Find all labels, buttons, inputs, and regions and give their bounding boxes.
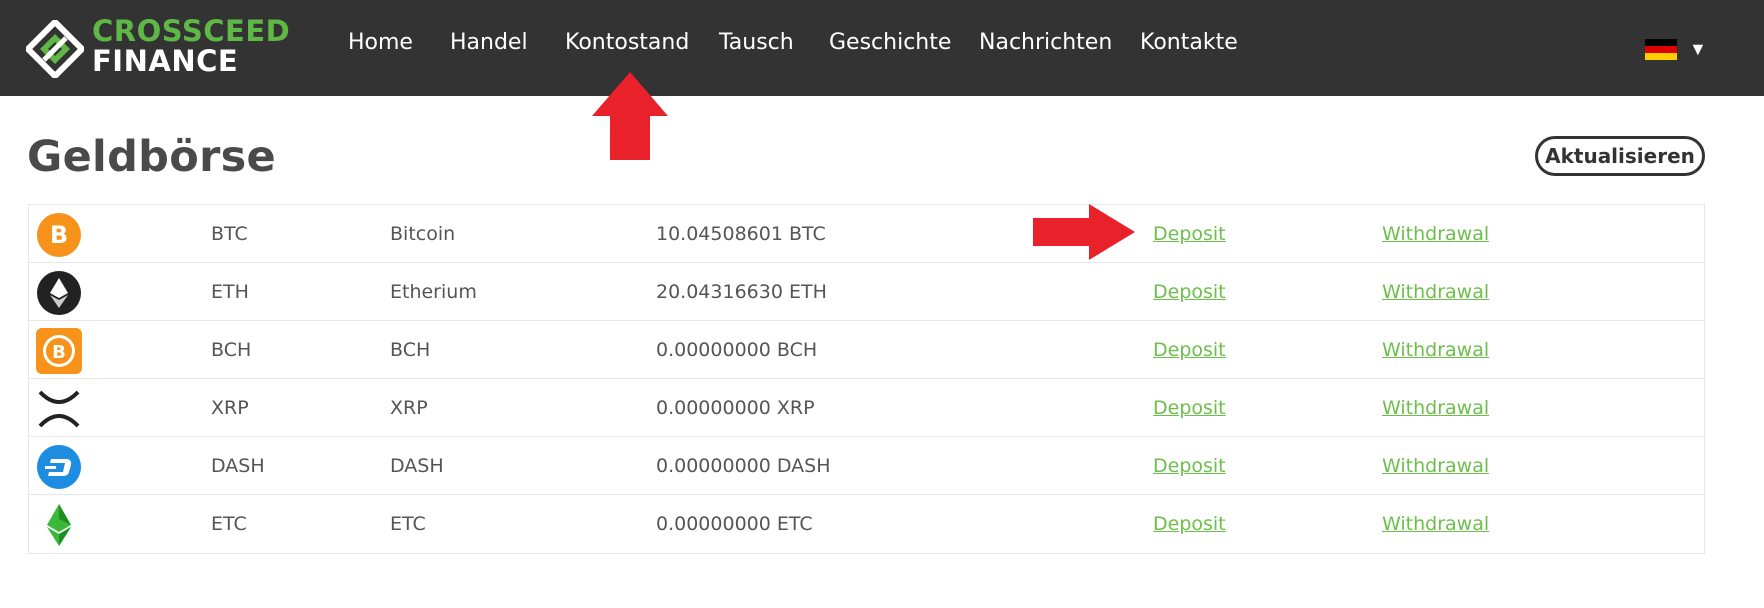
nav-tausch[interactable]: Tausch — [719, 30, 794, 55]
coin-symbol: ETH — [211, 281, 249, 303]
deposit-link[interactable]: Deposit — [1153, 455, 1226, 477]
bitcoin-cash-icon: B — [36, 328, 82, 374]
withdrawal-link[interactable]: Withdrawal — [1382, 339, 1489, 361]
svg-text:B: B — [52, 342, 66, 363]
coin-symbol: BCH — [211, 339, 252, 361]
coin-name: Etherium — [390, 281, 477, 303]
deposit-link[interactable]: Deposit — [1153, 339, 1226, 361]
nav-geschichte[interactable]: Geschichte — [829, 30, 951, 55]
coin-name: DASH — [390, 455, 444, 477]
deposit-link[interactable]: Deposit — [1153, 223, 1226, 245]
withdrawal-link[interactable]: Withdrawal — [1382, 397, 1489, 419]
bitcoin-icon: B — [37, 213, 81, 257]
withdrawal-link[interactable]: Withdrawal — [1382, 455, 1489, 477]
table-row: B BCH BCH 0.00000000 BCH Deposit Withdra… — [29, 321, 1704, 379]
brand-line2: FINANCE — [92, 44, 239, 78]
withdrawal-link[interactable]: Withdrawal — [1382, 223, 1489, 245]
coin-name: BCH — [390, 339, 431, 361]
withdrawal-link[interactable]: Withdrawal — [1382, 281, 1489, 303]
coin-symbol: DASH — [211, 455, 265, 477]
deposit-link[interactable]: Deposit — [1153, 281, 1226, 303]
nav-home[interactable]: Home — [348, 30, 413, 55]
xrp-icon — [38, 390, 80, 428]
table-row: ETC ETC 0.00000000 ETC Deposit Withdrawa… — [29, 495, 1704, 553]
chevron-down-icon: ▼ — [1689, 39, 1707, 59]
coin-balance: 10.04508601 BTC — [656, 223, 826, 245]
page-title: Geldbörse — [27, 132, 276, 182]
coin-balance: 0.00000000 BCH — [656, 339, 818, 361]
ethereum-classic-icon — [47, 504, 71, 546]
brand-line1: CROSSCEED — [92, 14, 291, 48]
nav-handel[interactable]: Handel — [450, 30, 528, 55]
coin-balance: 0.00000000 DASH — [656, 455, 831, 477]
nav-kontostand[interactable]: Kontostand — [565, 30, 689, 55]
coin-symbol: BTC — [211, 223, 248, 245]
language-selector[interactable]: ▼ — [1645, 36, 1725, 62]
coin-name: ETC — [390, 513, 426, 535]
nav-kontakte[interactable]: Kontakte — [1140, 30, 1238, 55]
annotation-arrow-up-icon — [592, 72, 668, 160]
refresh-button[interactable]: Aktualisieren — [1535, 136, 1705, 176]
withdrawal-link[interactable]: Withdrawal — [1382, 513, 1489, 535]
table-row: B BTC Bitcoin 10.04508601 BTC Deposit Wi… — [29, 205, 1704, 263]
ethereum-icon — [37, 271, 81, 315]
svg-text:B: B — [50, 221, 68, 249]
table-row: XRP XRP 0.00000000 XRP Deposit Withdrawa… — [29, 379, 1704, 437]
coin-symbol: ETC — [211, 513, 247, 535]
brand-name: CROSSCEED FINANCE — [92, 16, 290, 76]
coin-symbol: XRP — [211, 397, 249, 419]
annotation-arrow-right-icon — [1033, 204, 1135, 260]
nav-nachrichten[interactable]: Nachrichten — [979, 30, 1112, 55]
deposit-link[interactable]: Deposit — [1153, 513, 1226, 535]
coin-name: XRP — [390, 397, 428, 419]
table-row: ETH Etherium 20.04316630 ETH Deposit Wit… — [29, 263, 1704, 321]
germany-flag-icon — [1645, 39, 1677, 60]
coin-name: Bitcoin — [390, 223, 456, 245]
coin-balance: 20.04316630 ETH — [656, 281, 827, 303]
logo-icon — [26, 20, 84, 78]
deposit-link[interactable]: Deposit — [1153, 397, 1226, 419]
top-navbar: CROSSCEED FINANCE Home Handel Kontostand… — [0, 0, 1764, 96]
dash-icon — [37, 445, 81, 489]
table-row: DASH DASH 0.00000000 DASH Deposit Withdr… — [29, 437, 1704, 495]
coin-balance: 0.00000000 ETC — [656, 513, 813, 535]
brand-logo[interactable]: CROSSCEED FINANCE — [26, 16, 290, 80]
wallet-table: B BTC Bitcoin 10.04508601 BTC Deposit Wi… — [28, 204, 1705, 554]
coin-balance: 0.00000000 XRP — [656, 397, 815, 419]
